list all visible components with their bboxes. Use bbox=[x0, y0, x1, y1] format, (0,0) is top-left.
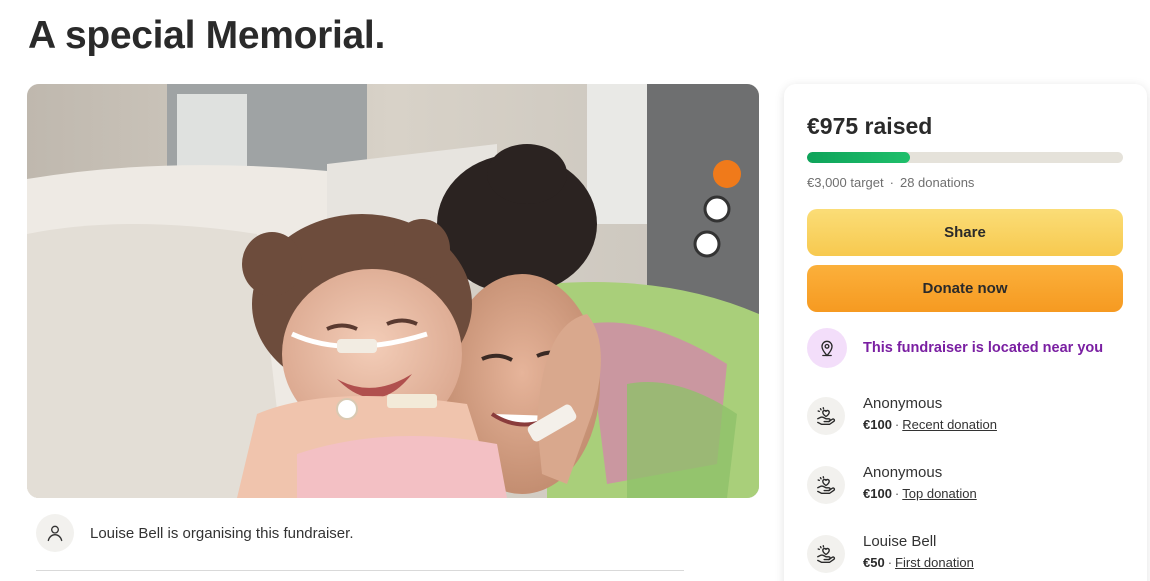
donor-item: Anonymous €100 · Recent donation bbox=[807, 394, 997, 435]
donor-tag-link[interactable]: Recent donation bbox=[902, 417, 997, 432]
page-title: A special Memorial. bbox=[28, 14, 385, 57]
heart-hand-icon bbox=[807, 535, 845, 573]
donor-tag-link[interactable]: Top donation bbox=[902, 486, 976, 501]
donor-amount: €50 bbox=[863, 555, 885, 570]
progress-bar bbox=[807, 152, 1123, 163]
fundraiser-meta: €3,000 target · 28 donations bbox=[807, 175, 974, 190]
organiser-text: Louise Bell is organising this fundraise… bbox=[90, 524, 354, 542]
fundraiser-photo[interactable] bbox=[27, 84, 759, 498]
fundraiser-photo-image bbox=[27, 84, 759, 498]
donor-item: Louise Bell €50 · First donation bbox=[807, 532, 974, 573]
organiser-row: Louise Bell is organising this fundraise… bbox=[36, 514, 353, 552]
donor-separator: · bbox=[894, 486, 900, 501]
location-notice: This fundraiser is located near you bbox=[807, 328, 1103, 368]
donation-sidebar: €975 raised €3,000 target · 28 donations S… bbox=[784, 84, 1147, 581]
donor-name: Louise Bell bbox=[863, 533, 937, 550]
heart-hand-icon bbox=[807, 466, 845, 504]
donor-item: Anonymous €100 · Top donation bbox=[807, 463, 977, 504]
donor-amount: €100 bbox=[863, 417, 892, 432]
donor-name: Anonymous bbox=[863, 464, 943, 481]
donor-name: Anonymous bbox=[863, 395, 943, 412]
donor-separator: · bbox=[894, 417, 900, 432]
meta-separator: · bbox=[889, 175, 894, 190]
location-text: This fundraiser is located near you bbox=[863, 340, 1104, 356]
heart-hand-icon bbox=[807, 397, 845, 435]
map-pin-icon bbox=[807, 328, 847, 368]
donor-tag-link[interactable]: First donation bbox=[895, 555, 974, 570]
donor-amount: €100 bbox=[863, 486, 892, 501]
amount-raised: €975 raised bbox=[807, 113, 933, 139]
donation-count: 28 donations bbox=[899, 175, 975, 190]
donate-now-button[interactable]: Donate now bbox=[807, 265, 1123, 312]
progress-fill bbox=[807, 152, 910, 163]
donor-separator: · bbox=[887, 555, 893, 570]
user-icon bbox=[36, 514, 74, 552]
section-divider bbox=[36, 570, 684, 571]
share-button[interactable]: Share bbox=[807, 209, 1123, 256]
target-amount: €3,000 target bbox=[807, 175, 884, 190]
